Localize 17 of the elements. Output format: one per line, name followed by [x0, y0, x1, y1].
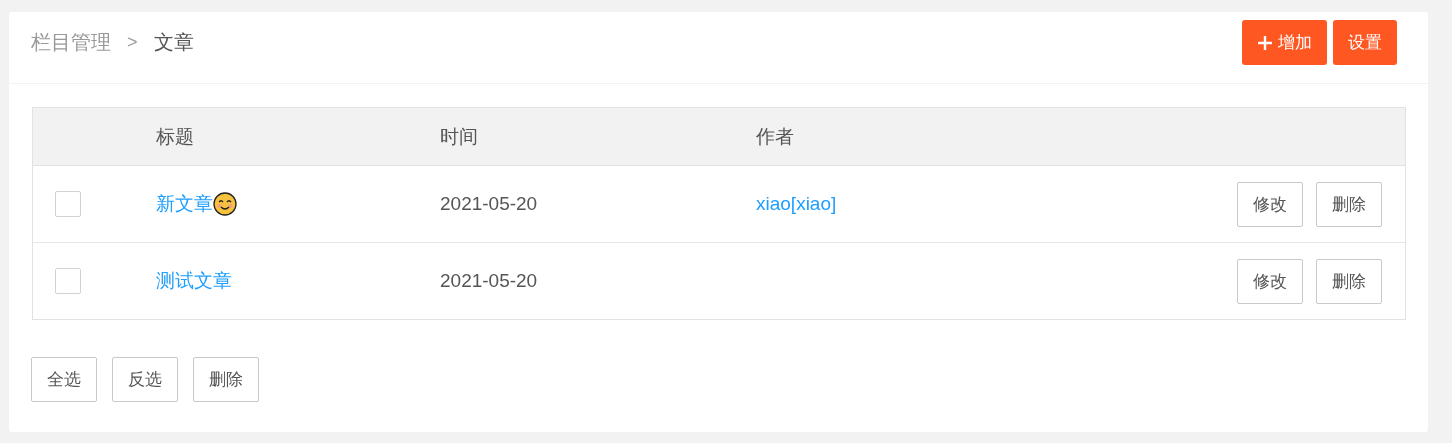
edit-button[interactable]: 修改 — [1237, 258, 1303, 304]
column-header: 时间 — [440, 125, 478, 147]
breadcrumb-separator: > — [127, 32, 138, 53]
bulk-action-button[interactable]: 删除 — [193, 357, 259, 402]
row-checkbox[interactable] — [55, 191, 81, 217]
delete-button[interactable]: 删除 — [1316, 258, 1382, 304]
date-cell: 2021-05-20 — [440, 193, 538, 214]
breadcrumb-item: 文章 — [153, 30, 194, 55]
bulk-action-button[interactable]: 全选 — [31, 357, 97, 402]
column-header: 标题 — [156, 124, 194, 149]
edit-button[interactable]: 修改 — [1237, 181, 1303, 227]
delete-button[interactable]: 删除 — [1316, 181, 1382, 227]
column-header: 作者 — [756, 125, 794, 147]
date-cell: 2021-05-20 — [440, 270, 538, 291]
row-checkbox[interactable] — [55, 268, 81, 294]
bulk-action-button[interactable]: 反选 — [112, 357, 178, 402]
plus-icon — [1257, 34, 1273, 51]
